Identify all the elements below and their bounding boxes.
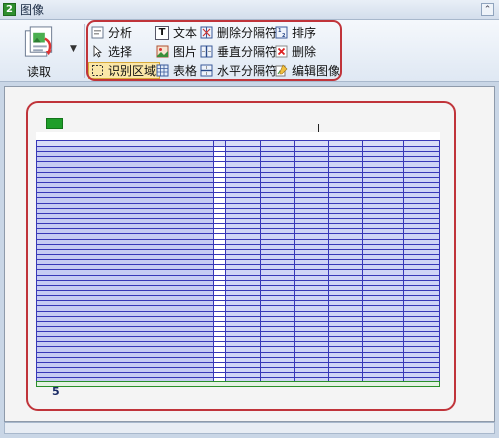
horizontal-scrollbar[interactable]: [4, 422, 495, 434]
window-title: 图像: [20, 3, 45, 17]
page-highlight-annotation: [26, 101, 456, 411]
pin-icon[interactable]: ⌃: [481, 3, 494, 16]
window-titlebar: 2 图像 ⌃: [0, 0, 499, 20]
read-dropdown-arrow-icon[interactable]: ▼: [70, 44, 77, 54]
read-button[interactable]: 读取: [6, 22, 72, 80]
window-badge: 2: [3, 3, 16, 16]
read-label: 读取: [26, 65, 51, 79]
toolbar-highlight-annotation: [86, 20, 342, 81]
scanner-read-icon: [24, 26, 53, 57]
ribbon-separator: [84, 24, 85, 78]
